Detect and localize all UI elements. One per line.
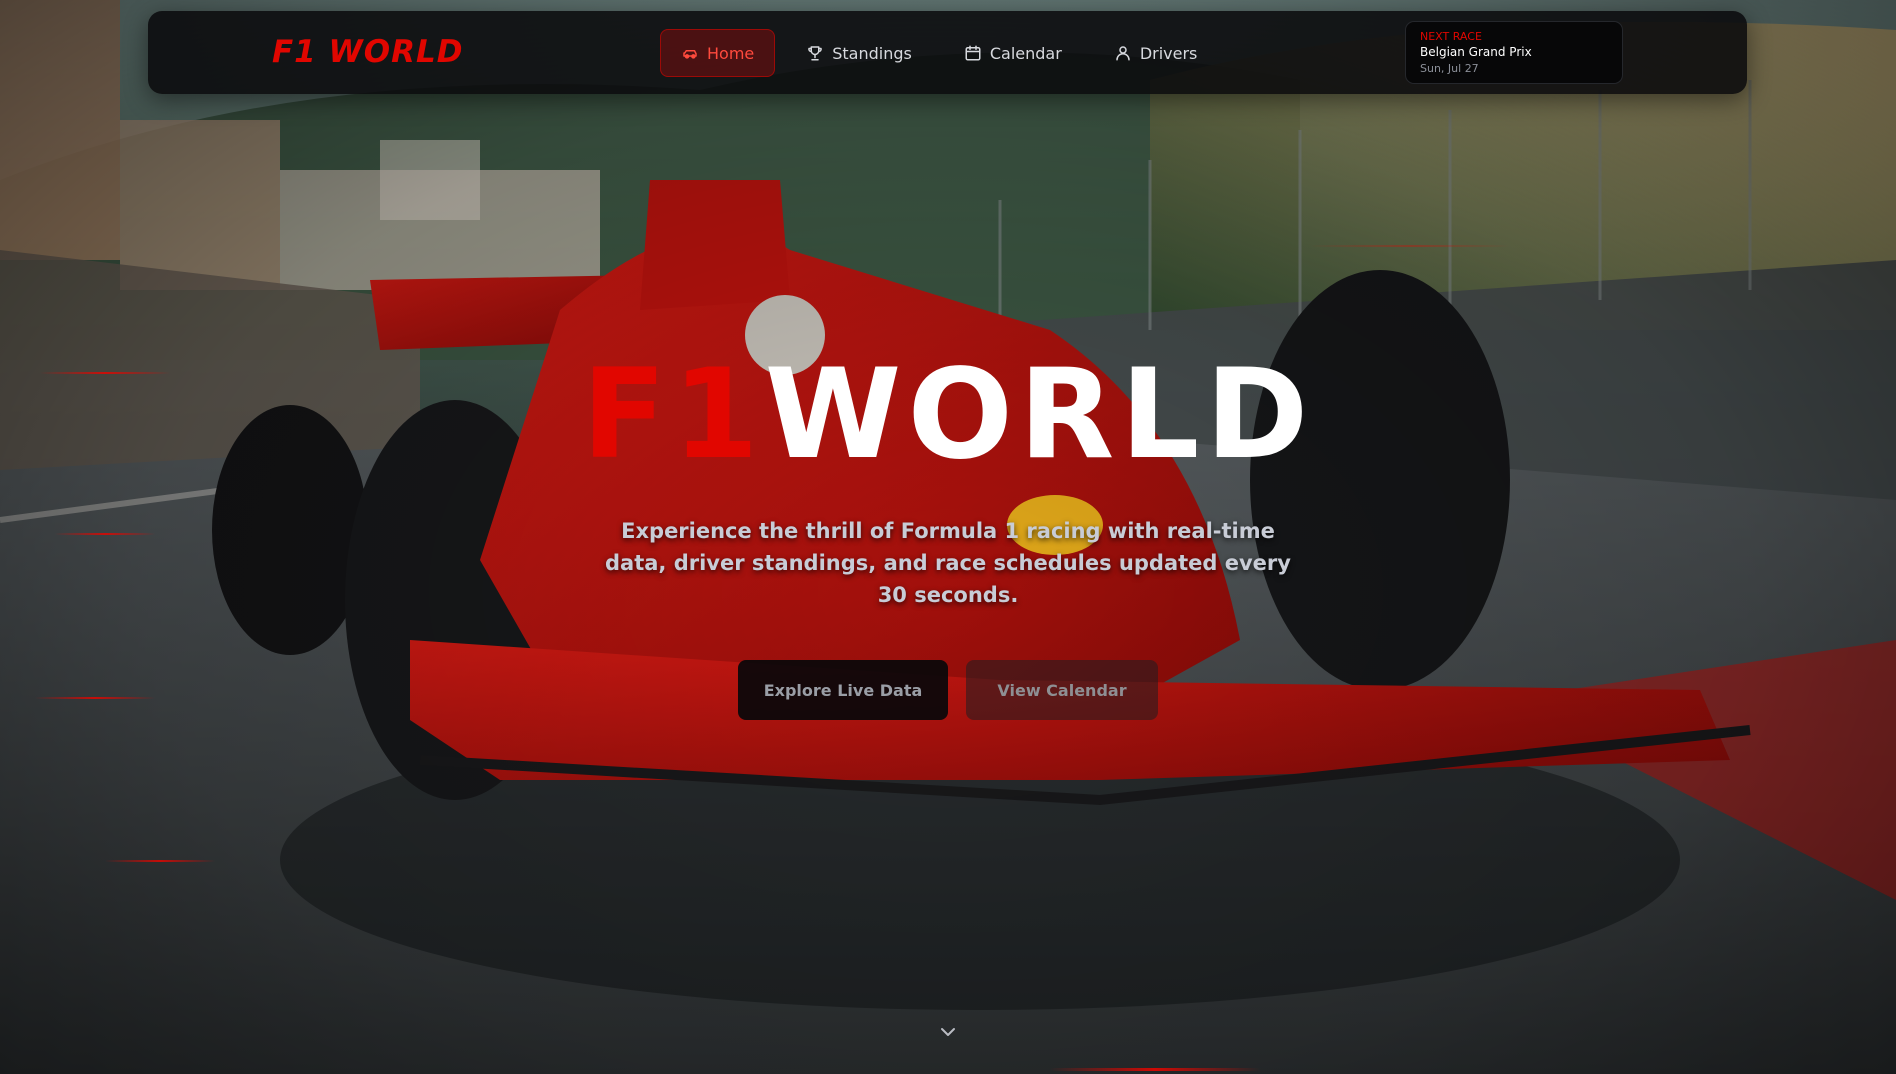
nav-link-label: Home [707, 43, 755, 63]
speed-line [105, 860, 215, 862]
hero-title-world: WORLD [764, 343, 1315, 487]
hero-title-f1: F1 [581, 343, 765, 487]
nav-link-calendar[interactable]: Calendar [943, 29, 1083, 77]
view-calendar-button[interactable]: View Calendar [966, 660, 1158, 720]
calendar-icon [964, 44, 982, 62]
next-race-date: Sun, Jul 27 [1420, 62, 1479, 75]
nav-link-label: Drivers [1139, 43, 1198, 63]
hero-actions: Explore Live Data View Calendar [738, 660, 1158, 720]
nav-link-label: Standings [832, 43, 912, 63]
next-race-label: NEXT RACE [1420, 30, 1482, 43]
nav-link-drivers[interactable]: Drivers [1093, 29, 1219, 77]
speed-line [55, 533, 155, 535]
page: F1 WORLD Home Standings Calendar Drivers… [0, 0, 1896, 1074]
trophy-icon [806, 44, 824, 62]
user-icon [1114, 44, 1132, 62]
hero-title: F1WORLD [0, 350, 1896, 480]
nav-logo[interactable]: F1 WORLD [272, 29, 463, 75]
hero-subtitle: Experience the thrill of Formula 1 racin… [605, 519, 1291, 607]
bottom-glow [1050, 1068, 1260, 1071]
next-race-name: Belgian Grand Prix [1420, 45, 1532, 59]
chevron-down-icon[interactable] [936, 1020, 960, 1044]
navbar: F1 WORLD Home Standings Calendar Drivers… [148, 11, 1747, 94]
car-icon [681, 44, 699, 62]
nav-link-standings[interactable]: Standings [785, 29, 933, 77]
nav-links: Home Standings Calendar Drivers [660, 28, 1228, 78]
nav-link-home[interactable]: Home [660, 29, 776, 77]
next-race-card[interactable]: NEXT RACE Belgian Grand Prix Sun, Jul 27 [1405, 21, 1623, 84]
speed-line [1310, 245, 1510, 247]
explore-live-data-button[interactable]: Explore Live Data [738, 660, 948, 720]
nav-link-label: Calendar [989, 43, 1062, 63]
speed-line [35, 697, 155, 699]
